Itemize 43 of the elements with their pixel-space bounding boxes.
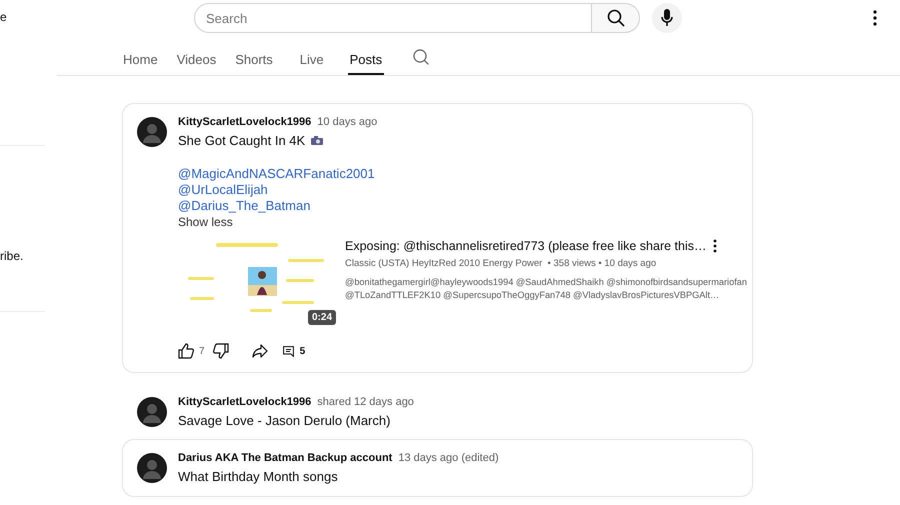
search-button[interactable] [592,3,640,33]
post-time: 13 days ago (edited) [398,452,499,464]
avatar[interactable] [137,397,167,427]
show-less-button[interactable]: Show less [178,215,233,229]
avatar[interactable] [137,117,167,147]
search-field[interactable]: Search [194,3,592,33]
channel-tab[interactable]: Videos [174,45,218,75]
video-description: @bonitathegamergirl@hayleywoods1994 @SaudAhmedShaikh @shimonofbirdsandsupermariofan [345,276,747,289]
mention-link[interactable]: @MagicAndNASCARFanatic2001 [178,166,375,182]
avatar[interactable] [137,453,167,483]
channel-tab[interactable]: Live [298,45,326,75]
mention-link[interactable]: @Darius_The_Batman [178,198,310,214]
comment-icon [282,346,294,356]
camera-icon [311,136,324,145]
sidebar-text: e [0,10,7,24]
like-count: 7 [199,346,205,356]
author-name[interactable]: KittyScarletLovelock1996 [178,396,312,408]
channel-tab[interactable]: Home [121,45,160,75]
thumbs-up-icon[interactable] [178,343,194,359]
video-meta: Classic (USTA) HeyItzRed 2010 Energy Power • 358 views • 10 days ago [345,258,658,269]
video-title[interactable]: Exposing: @thischannelisretired773 (please free like share this… [345,239,706,253]
more-icon[interactable] [873,10,877,26]
share-icon[interactable] [252,344,268,358]
search-icon [606,9,624,27]
post-time: shared 12 days ago [317,396,414,408]
channel-tab[interactable]: Posts [348,45,384,75]
microphone-button[interactable] [652,3,682,33]
post-text: She Got Caught In 4K [178,133,306,148]
microphone-icon [661,9,673,27]
video-duration: 0:24 [308,310,336,325]
channel-tab[interactable]: Shorts [233,45,275,75]
comments-button[interactable]: 5 [282,346,306,356]
search-icon[interactable] [413,49,430,65]
sidebar-text: ribe. [0,249,24,263]
mention-link[interactable]: @UrLocalElijah [178,182,268,198]
more-icon[interactable] [712,239,717,253]
post-time: 10 days ago [317,116,378,128]
video-description: @TLoZandTTLEF2K10 @SupercsupoTheOggyFan748 @VladyslavBrosPicturesVBPGAlt… [345,289,720,302]
post-text: What Birthday Month songs [178,469,338,484]
post-text: Savage Love - Jason Derulo (March) [178,413,390,428]
thumbs-down-icon[interactable] [212,343,229,359]
author-name[interactable]: Darius AKA The Batman Backup account [178,452,392,464]
author-name[interactable]: KittyScarletLovelock1996 [178,116,312,128]
